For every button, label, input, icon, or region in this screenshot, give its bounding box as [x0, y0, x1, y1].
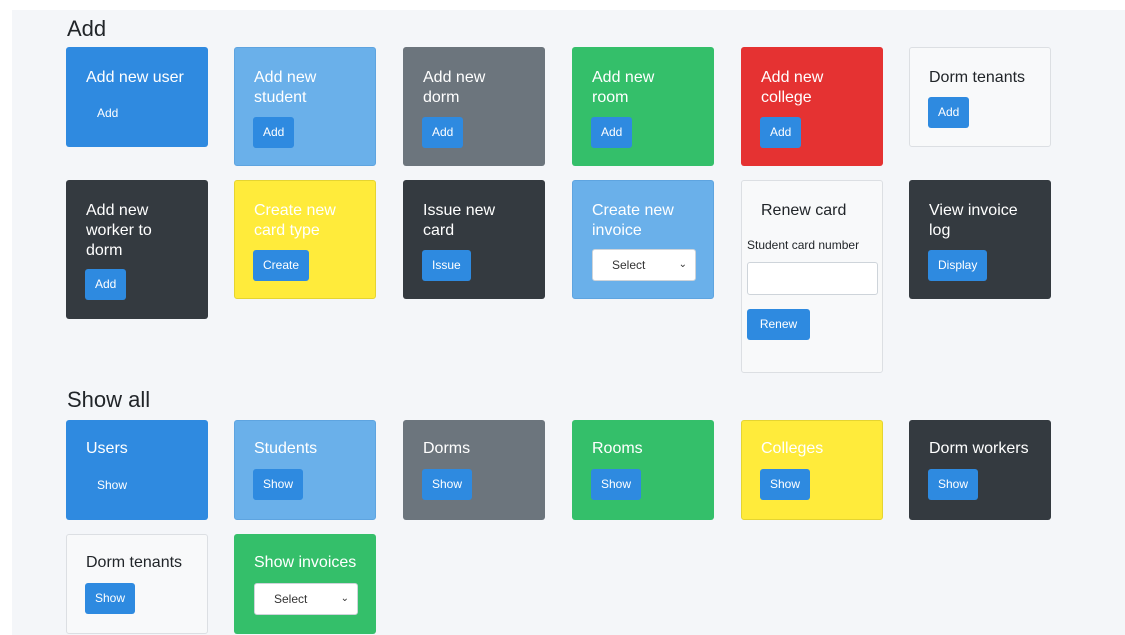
card-title: Create new invoice [592, 202, 674, 239]
show-colleges-button[interactable]: Show [760, 469, 811, 500]
card-title: View invoice log [929, 202, 1018, 239]
add-user-button[interactable]: Add [87, 98, 128, 129]
card-title: Rooms [592, 440, 643, 457]
student-card-number-input[interactable] [747, 262, 878, 295]
show-dorms-button[interactable]: Show [422, 469, 473, 500]
card-add-worker: Add new worker to dorm Add [66, 180, 208, 319]
invoice-type-select[interactable]: Select ⌄ [592, 249, 696, 281]
card-create-invoice: Create new invoice Select ⌄ [572, 180, 714, 299]
select-value: Select [274, 592, 308, 606]
card-title: Users [86, 440, 128, 457]
card-title: Create new card type [254, 202, 336, 239]
card-add-college: Add new college Add [741, 47, 883, 166]
card-add-room: Add new room Add [572, 47, 714, 166]
dashboard: Add Add new user Add Add new student Add… [12, 10, 1125, 635]
card-title: Colleges [761, 440, 824, 457]
card-title: Dorms [423, 440, 471, 457]
card-title: Issue new card [423, 202, 496, 239]
card-title: Dorm workers [929, 440, 1029, 457]
card-renew-card: Renew card Student card number Renew [741, 180, 883, 373]
show-dorm-tenants-button[interactable]: Show [85, 583, 136, 614]
card-add-dorm: Add new dorm Add [403, 47, 545, 166]
show-students-button[interactable]: Show [253, 469, 304, 500]
renew-card-button[interactable]: Renew [747, 309, 810, 340]
card-title: Add new student [254, 69, 317, 106]
chevron-down-icon: ⌄ [340, 593, 349, 604]
card-show-dorm-tenants: Dorm tenants Show [66, 534, 208, 634]
card-show-students: Students Show [234, 420, 376, 520]
issue-card-button[interactable]: Issue [422, 250, 471, 281]
card-title: Add new user [86, 69, 184, 86]
show-all-section-title: Show all [67, 387, 151, 412]
chevron-down-icon: ⌄ [678, 259, 687, 270]
show-rooms-button[interactable]: Show [591, 469, 642, 500]
show-users-button[interactable]: Show [87, 470, 137, 501]
add-worker-button[interactable]: Add [85, 269, 127, 300]
card-add-user: Add new user Add [66, 47, 208, 147]
card-title: Add new dorm [423, 69, 486, 106]
card-show-dorms: Dorms Show [403, 420, 545, 520]
create-card-type-button[interactable]: Create [253, 250, 310, 281]
card-title: Show invoices [254, 554, 357, 571]
add-dorm-button[interactable]: Add [422, 117, 464, 148]
card-show-users: Users Show [66, 420, 208, 520]
select-value: Select [612, 258, 646, 272]
show-invoices-select[interactable]: Select ⌄ [254, 583, 358, 615]
card-show-invoices: Show invoices Select ⌄ [234, 534, 376, 634]
student-card-number-label: Student card number [747, 238, 860, 252]
card-invoice-log: View invoice log Display [909, 180, 1051, 299]
card-title: Students [254, 440, 318, 457]
card-title: Add new worker to dorm [86, 202, 152, 259]
card-show-colleges: Colleges Show [741, 420, 883, 520]
card-show-rooms: Rooms Show [572, 420, 714, 520]
card-title: Add new college [761, 69, 824, 106]
card-title: Dorm tenants [86, 554, 183, 571]
card-dorm-tenants-add: Dorm tenants Add [909, 47, 1051, 147]
card-show-dorm-workers: Dorm workers Show [909, 420, 1051, 520]
card-add-student: Add new student Add [234, 47, 376, 166]
show-dorm-workers-button[interactable]: Show [928, 469, 979, 500]
add-room-button[interactable]: Add [591, 117, 633, 148]
card-title: Dorm tenants [929, 69, 1026, 86]
add-dorm-tenants-button[interactable]: Add [928, 97, 970, 128]
add-section-title: Add [67, 16, 107, 41]
card-title: Renew card [761, 202, 847, 219]
display-invoice-log-button[interactable]: Display [928, 250, 988, 281]
card-create-card-type: Create new card type Create [234, 180, 376, 299]
card-issue-card: Issue new card Issue [403, 180, 545, 299]
add-student-button[interactable]: Add [253, 117, 295, 148]
add-college-button[interactable]: Add [760, 117, 802, 148]
card-title: Add new room [592, 69, 655, 106]
